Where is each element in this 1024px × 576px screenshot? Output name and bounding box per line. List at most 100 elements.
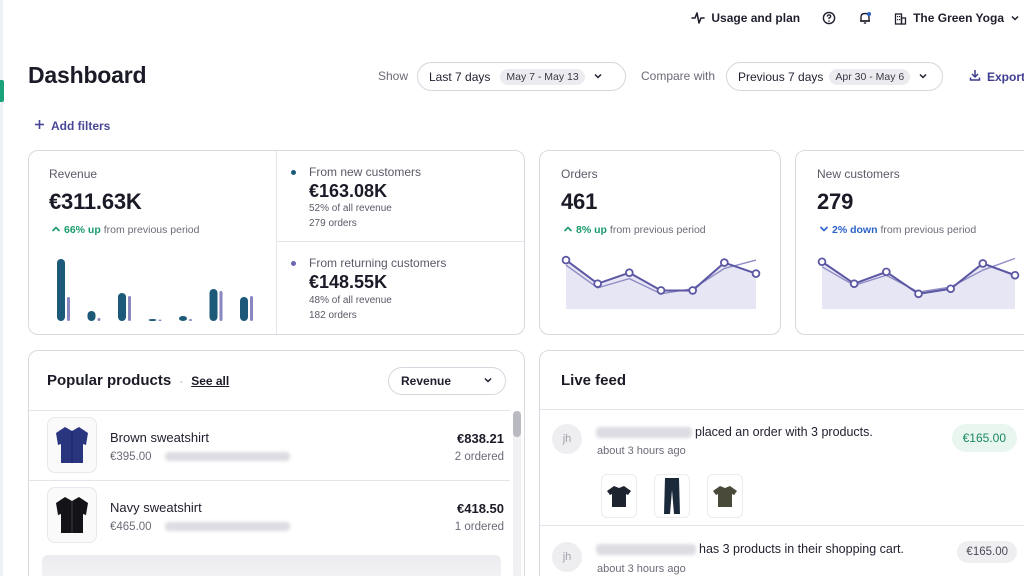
- feed-entry[interactable]: jh placed an order with 3 products. abou…: [540, 409, 1024, 525]
- revenue-returning-customers: From returning customers €148.55K 48% of…: [277, 242, 524, 334]
- chevron-down-icon: [483, 374, 493, 388]
- feed-text: placed an order with 3 products.: [596, 425, 873, 439]
- bell-icon: [858, 11, 872, 25]
- returning-customers-label: From returning customers: [309, 256, 447, 270]
- trend-up-icon: [51, 224, 61, 236]
- jacket-icon: [47, 487, 97, 543]
- popular-products-panel: Popular products · See all Revenue Brown…: [28, 350, 525, 576]
- store-switcher[interactable]: The Green Yoga: [894, 11, 1020, 25]
- new-customers-value: 279: [817, 189, 854, 214]
- sparkline-point: [561, 255, 571, 265]
- revenue-bar-previous: [67, 297, 70, 321]
- sparkline-point: [688, 286, 697, 295]
- active-nav-indicator: [0, 80, 4, 102]
- sparkline-point: [625, 268, 634, 278]
- add-filters-button[interactable]: Add filters: [34, 119, 110, 133]
- revenue-bar-current: [148, 319, 157, 321]
- revenue-bar-previous: [97, 318, 101, 321]
- activity-icon: [691, 12, 706, 24]
- jacket-icon: [47, 417, 97, 473]
- notifications-button[interactable]: [858, 11, 872, 25]
- sparkline-point: [849, 279, 859, 288]
- returning-customers-orders: 182 orders: [309, 310, 357, 321]
- revenue-trend: 66% up from previous period: [51, 224, 199, 236]
- orders-value: 461: [561, 189, 598, 214]
- revenue-bar-current: [240, 297, 248, 321]
- live-feed-title: Live feed: [561, 372, 627, 389]
- show-label: Show: [378, 69, 409, 83]
- revenue-new-customers: From new customers €163.08K 52% of all r…: [277, 151, 524, 242]
- download-icon: [969, 69, 981, 84]
- sparkline-point: [946, 284, 955, 294]
- feed-time: about 3 hours ago: [597, 563, 686, 575]
- revenue-bar-previous: [158, 319, 162, 321]
- revenue-bar-previous: [128, 296, 131, 321]
- store-name: The Green Yoga: [913, 11, 1004, 25]
- order-amount-badge: €165.00: [951, 424, 1017, 452]
- sparkline-point: [593, 279, 602, 288]
- new-customers-trend: 2% down from previous period: [819, 224, 976, 236]
- compare-select[interactable]: Previous 7 days Apr 30 - May 6: [726, 62, 943, 91]
- new-customers-trend-pct: 2% down: [832, 224, 878, 236]
- revenue-trend-pct: 66% up: [64, 224, 101, 236]
- revenue-summary: Revenue €311.63K 66% up from previous pe…: [29, 151, 277, 334]
- revenue-trend-text: from previous period: [103, 224, 200, 236]
- avatar: jh: [552, 542, 582, 572]
- revenue-bar-current: [118, 293, 126, 321]
- sparkline-point: [978, 259, 988, 268]
- revenue-bar-current: [87, 311, 96, 321]
- help-button[interactable]: [822, 11, 836, 25]
- product-ordered: 1 ordered: [454, 521, 504, 533]
- orders-trend-text: from previous period: [609, 224, 706, 236]
- trend-down-icon: [819, 224, 829, 236]
- product-ordered: 2 ordered: [454, 451, 504, 463]
- product-price: €395.00: [110, 451, 290, 463]
- new-customers-card-label: New customers: [817, 167, 900, 181]
- product-row[interactable]: Navy sweatshirt €465.00 €418.50 1 ordere…: [29, 480, 510, 550]
- avatar: jh: [552, 424, 582, 454]
- add-filters-label: Add filters: [51, 119, 111, 133]
- compare-value: Previous 7 days: [738, 69, 824, 84]
- sparkline-point: [720, 258, 729, 267]
- revenue-bar-current: [57, 259, 65, 321]
- feed-text: has 3 products in their shopping cart.: [596, 542, 904, 556]
- product-revenue: €838.21: [457, 431, 504, 446]
- sparkline-point: [882, 267, 891, 277]
- see-all-link[interactable]: See all: [191, 374, 229, 388]
- orders-card: Orders 461 8% up from previous period: [539, 150, 781, 335]
- feed-time: about 3 hours ago: [597, 445, 686, 457]
- product-price: €465.00: [110, 521, 290, 533]
- blurred-customer-name: [596, 543, 696, 555]
- orders-label: Orders: [561, 167, 598, 181]
- sort-value: Revenue: [401, 374, 452, 388]
- live-feed-panel: Live feed jh placed an order with 3 prod…: [539, 350, 1024, 576]
- revenue-bar-chart: [57, 259, 253, 321]
- returning-customers-dot: [291, 261, 296, 266]
- compare-label: Compare with: [641, 69, 716, 83]
- new-customers-trend-text: from previous period: [880, 224, 977, 236]
- page-title: Dashboard: [28, 62, 147, 88]
- scrollbar-thumb[interactable]: [513, 411, 521, 437]
- products-scrollbar[interactable]: [513, 411, 521, 576]
- feed-entry[interactable]: jh has 3 products in their shopping cart…: [540, 525, 1024, 576]
- sparkline-point: [817, 257, 827, 267]
- product-row[interactable]: Brown sweatshirt €395.00 €838.21 2 order…: [29, 410, 510, 480]
- revenue-card: Revenue €311.63K 66% up from previous pe…: [28, 150, 525, 335]
- tshirt-icon: [601, 474, 637, 518]
- period-select[interactable]: Last 7 days May 7 - May 13: [417, 62, 626, 91]
- separator-dot: ·: [179, 373, 184, 388]
- cart-amount-badge: €165.00: [957, 541, 1017, 563]
- chevron-down-icon: [918, 70, 928, 84]
- new-customers-orders: 279 orders: [309, 218, 357, 229]
- new-customers-dot: [291, 170, 296, 175]
- export-label: Export: [987, 69, 1024, 84]
- export-button[interactable]: Export: [969, 69, 1024, 84]
- building-icon: [894, 12, 907, 25]
- returning-customers-revenue: €148.55K: [309, 272, 388, 292]
- popular-products-title: Popular products: [47, 372, 172, 389]
- usage-and-plan-link[interactable]: Usage and plan: [691, 11, 800, 25]
- revenue-bar-current: [179, 316, 187, 321]
- trend-up-icon: [563, 224, 573, 236]
- sort-select[interactable]: Revenue: [388, 367, 506, 395]
- new-customers-card: New customers 279 2% down from previous …: [795, 150, 1024, 335]
